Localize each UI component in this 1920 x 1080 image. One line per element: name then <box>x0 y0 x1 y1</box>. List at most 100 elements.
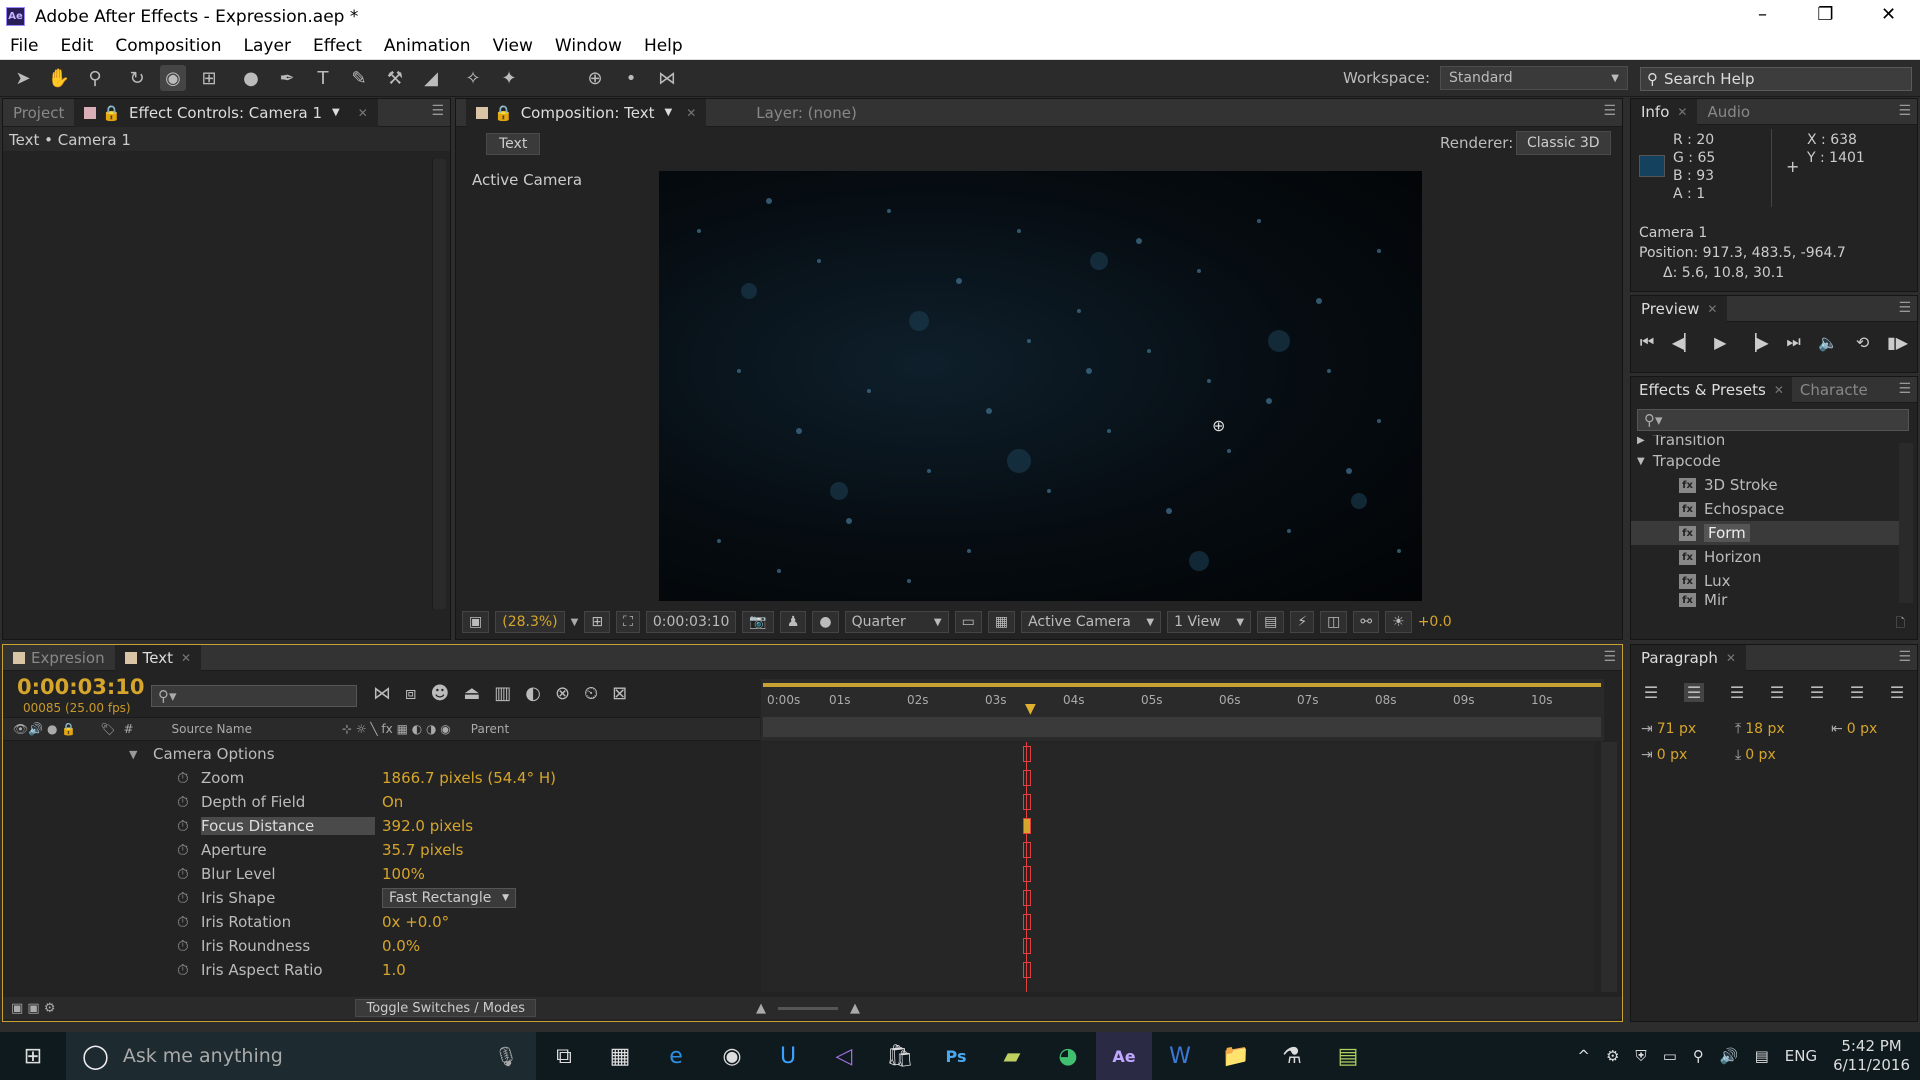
justify-all-icon[interactable]: ☰ <box>1890 683 1904 702</box>
stopwatch-icon[interactable]: ⏱ <box>177 889 189 907</box>
network-icon[interactable]: ⚙ <box>1606 1047 1619 1065</box>
property-value[interactable]: 0x +0.0° <box>382 913 449 931</box>
loop-icon[interactable]: ⟲ <box>1856 333 1869 352</box>
effect-mir[interactable]: fx Mir <box>1631 593 1901 607</box>
tab-paragraph[interactable]: Paragraph ✕ <box>1631 644 1746 671</box>
mask-visibility-icon[interactable]: ⛶ <box>616 611 640 633</box>
tab-composition[interactable]: 🔒 Composition: Text ▼ ✕ <box>466 98 707 127</box>
av-features-icon[interactable]: 👁🔊 ● 🔒 <box>13 722 76 736</box>
category-trapcode[interactable]: ▼ Trapcode <box>1631 449 1901 473</box>
hide-layers-icon[interactable]: ⊠ <box>612 683 627 704</box>
zoom-out-icon[interactable]: ▲ <box>756 1001 766 1016</box>
tab-effects-presets[interactable]: Effects & Presets ✕ <box>1631 376 1792 403</box>
effect-form[interactable]: fx Form <box>1631 521 1901 545</box>
chevron-down-icon[interactable]: ▼ <box>332 107 340 118</box>
align-right-icon[interactable]: ☰ <box>1730 683 1744 702</box>
hand-tool-icon[interactable]: ✋ <box>46 65 72 91</box>
keyframe-selected[interactable] <box>1023 818 1031 834</box>
photoshop-icon[interactable]: Ps <box>928 1032 984 1080</box>
menu-composition[interactable]: Composition <box>105 36 233 56</box>
panel-menu-icon[interactable]: ☰ <box>1898 381 1911 397</box>
menu-edit[interactable]: Edit <box>50 36 105 56</box>
selection-tool-icon[interactable]: ➤ <box>10 65 36 91</box>
justify-center-icon[interactable]: ☰ <box>1810 683 1824 702</box>
panel-menu-icon[interactable]: ☰ <box>1603 649 1616 665</box>
microphone-icon[interactable]: 🎙 <box>494 1045 518 1068</box>
audio-icon[interactable]: 🔈 <box>1818 333 1838 352</box>
tab-audio[interactable]: Audio <box>1697 99 1760 125</box>
property-value[interactable]: 0.0% <box>382 937 420 955</box>
panel-menu-icon[interactable]: ☰ <box>431 103 444 119</box>
justify-left-icon[interactable]: ☰ <box>1770 683 1784 702</box>
scrollbar[interactable] <box>432 159 446 609</box>
chevron-up-icon[interactable]: ^ <box>1577 1047 1590 1065</box>
menu-layer[interactable]: Layer <box>234 36 303 56</box>
tab-text[interactable]: Text ✕ <box>114 644 202 671</box>
chevron-down-icon[interactable]: ▼ <box>129 748 137 761</box>
resolution-dropdown[interactable]: Quarter ▼ <box>844 611 949 633</box>
tab-effect-controls[interactable]: 🔒 Effect Controls: Camera 1 ▼ ✕ <box>74 98 378 127</box>
toggle-switches-modes-button[interactable]: Toggle Switches / Modes <box>355 999 537 1017</box>
indent-first-field[interactable]: ⇥ 0 px <box>1641 747 1687 763</box>
motion-blur-icon[interactable]: ▥ <box>494 683 511 704</box>
stopwatch-icon[interactable]: ⏱ <box>177 769 189 787</box>
play-icon[interactable]: ▶ <box>1714 333 1726 352</box>
tab-preview[interactable]: Preview ✕ <box>1631 295 1728 322</box>
windows-start-icon[interactable]: ⊞ <box>0 1032 66 1080</box>
time-ruler[interactable]: 0:00s 01s 02s 03s 04s 05s 06s 07s 08s 09… <box>761 679 1604 741</box>
brush-tool-icon[interactable]: ✎ <box>346 65 372 91</box>
magnification-dropdown[interactable]: (28.3%) <box>495 611 565 633</box>
stopwatch-icon[interactable]: ⏱ <box>177 937 189 955</box>
transparency-grid-icon[interactable]: ▦ <box>987 611 1016 633</box>
effect-lux[interactable]: fx Lux <box>1631 569 1901 593</box>
view-layout-dropdown[interactable]: 1 View ▼ <box>1167 611 1252 633</box>
timeline-scrollbar[interactable] <box>1601 742 1617 992</box>
mask-tool-icon[interactable]: ● <box>238 65 264 91</box>
close-icon[interactable]: ✕ <box>358 106 368 120</box>
folder-app-icon[interactable]: ▰ <box>984 1032 1040 1080</box>
current-time-indicator-icon[interactable]: ▼ <box>1025 701 1036 717</box>
panel-menu-icon[interactable]: ☰ <box>1898 649 1911 665</box>
app-icon[interactable]: ⚗ <box>1264 1032 1320 1080</box>
space-before-value[interactable]: 18 px <box>1745 721 1784 737</box>
stopwatch-icon[interactable]: ⏱ <box>177 961 189 979</box>
stopwatch-icon[interactable]: ⏱ <box>177 841 189 859</box>
visual-studio-icon[interactable]: ◁ <box>816 1032 872 1080</box>
stopwatch-icon[interactable]: ⏱ <box>177 913 189 931</box>
property-value[interactable]: 1866.7 pixels (54.4° H) <box>382 769 556 787</box>
battery-icon[interactable]: ▭ <box>1663 1047 1677 1065</box>
close-button[interactable]: ✕ <box>1857 0 1920 33</box>
space-after-value[interactable]: 0 px <box>1745 747 1776 763</box>
chrome-icon[interactable]: ◕ <box>1040 1032 1096 1080</box>
graph-editor-icon[interactable]: ⊗ <box>555 683 570 704</box>
exposure-value[interactable]: +0.0 <box>1418 614 1452 630</box>
first-frame-icon[interactable]: ⏮ <box>1640 332 1654 352</box>
volume-icon[interactable]: 🔊 <box>1720 1047 1739 1065</box>
comp-navigator-text[interactable]: Text <box>486 133 541 155</box>
panel-menu-icon[interactable]: ☰ <box>1898 103 1911 119</box>
store-icon[interactable]: 🛍 <box>872 1032 928 1080</box>
indent-left-field[interactable]: ⇥ 71 px <box>1641 721 1696 737</box>
clock[interactable]: 5:42 PM 6/11/2016 <box>1833 1037 1910 1075</box>
close-icon[interactable]: ✕ <box>1707 302 1717 316</box>
align-left-icon[interactable]: ☰ <box>1644 683 1658 702</box>
scrollbar[interactable] <box>1899 443 1913 603</box>
task-view-icon[interactable]: ⧉ <box>536 1032 592 1080</box>
channel-icon[interactable]: ● <box>812 611 839 633</box>
menu-help[interactable]: Help <box>634 36 695 56</box>
cortana-search[interactable]: ◯ Ask me anything 🎙 <box>66 1032 536 1080</box>
last-frame-icon[interactable]: ⏭ <box>1786 332 1800 352</box>
timeline-timecode[interactable]: 0:00:03:10 <box>17 675 144 699</box>
restore-button[interactable]: ❐ <box>1794 0 1857 33</box>
menu-view[interactable]: View <box>483 36 545 56</box>
column-source-name[interactable]: Source Name <box>172 722 252 736</box>
zoom-tool-icon[interactable]: ⚲ <box>82 65 108 91</box>
roto-brush-tool-icon[interactable]: ✧ <box>460 65 486 91</box>
effect-horizon[interactable]: fx Horizon <box>1631 545 1901 569</box>
label-icon[interactable]: 🏷 <box>100 722 115 736</box>
show-snapshot-icon[interactable]: ♟ <box>779 611 807 633</box>
justify-right-icon[interactable]: ☰ <box>1850 683 1864 702</box>
ram-preview-icon[interactable]: ▮▶ <box>1887 333 1908 352</box>
word-icon[interactable]: W <box>1152 1032 1208 1080</box>
wifi-icon[interactable]: ⚲ <box>1693 1047 1704 1065</box>
